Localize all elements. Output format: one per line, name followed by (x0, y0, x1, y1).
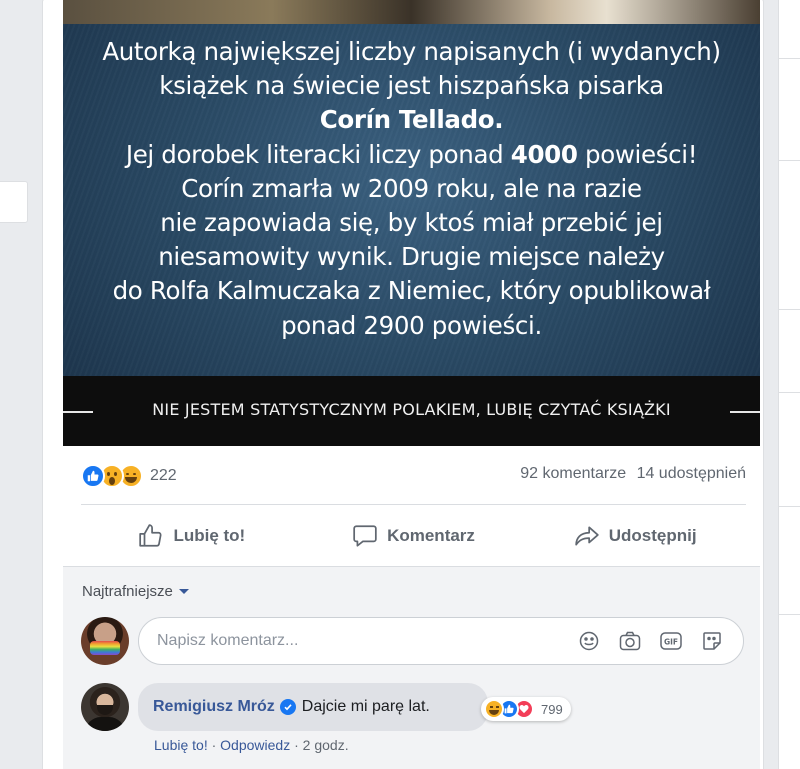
quote-line: ponad 2900 powieści. (281, 310, 542, 340)
share-arrow-icon (575, 526, 599, 546)
quote-line: Autorką największej liczby napisanych (i… (102, 37, 721, 66)
gif-icon[interactable]: GIF (660, 630, 682, 652)
right-column-panel (778, 0, 800, 769)
comment-button[interactable]: Komentarz (303, 517, 525, 555)
quote-line: książek na świecie jest hiszpańska pisar… (159, 71, 664, 101)
comment-timestamp[interactable]: 2 godz. (303, 737, 349, 753)
quote-line: do Rolfa Kalmuczaka z Niemiec, który opu… (112, 276, 711, 306)
like-button-label: Lubię to! (173, 526, 246, 545)
comment-like-link[interactable]: Lubię to! (154, 737, 208, 753)
quote-line: niesamowity wynik. Drugie miejsce należy (158, 242, 665, 272)
comment-reply-link[interactable]: Odpowiedz (220, 737, 290, 753)
comment-reaction-count: 799 (541, 701, 563, 717)
haha-icon (484, 699, 504, 719)
comments-count-link[interactable]: 92 komentarze (520, 465, 626, 482)
verified-badge-icon (279, 699, 296, 715)
speech-bubble-icon (353, 525, 377, 547)
post-stats: 222 92 komentarze 14 udostępnień (81, 463, 746, 489)
left-column-card (0, 181, 28, 223)
comment-author-link[interactable]: Remigiusz Mróz (153, 698, 275, 716)
like-icon (81, 464, 105, 488)
quote-line: Corín zmarła w 2009 roku, ale na razie (181, 173, 642, 203)
comment-bubble: Remigiusz Mróz Dajcie mi parę lat. (138, 683, 488, 731)
quote-line: Jej dorobek literacki liczy ponad 4000 p… (125, 139, 698, 169)
comment-button-label: Komentarz (387, 526, 475, 545)
share-button-label: Udostępnij (608, 526, 697, 545)
like-button[interactable]: Lubię to! (81, 517, 303, 555)
comment-sort-dropdown[interactable]: Najtrafniejsze (82, 583, 189, 600)
thumbs-up-icon (139, 524, 162, 547)
post-image[interactable]: Autorką największej liczby napisanych (i… (63, 0, 760, 446)
post-actions: Lubię to! Komentarz Udostępnij (81, 517, 746, 555)
reactions-summary[interactable]: 222 (81, 463, 177, 489)
comment-input-box[interactable]: GIF (138, 617, 744, 665)
quote-line: Corín Tellado. (319, 105, 504, 135)
caret-down-icon (178, 589, 189, 594)
comments-section: Najtrafniejsze GIF (63, 566, 760, 769)
reaction-count: 222 (150, 467, 177, 484)
current-user-avatar[interactable] (81, 617, 129, 665)
comment-reactions[interactable]: 799 (481, 697, 571, 721)
emoji-icon[interactable] (578, 630, 600, 652)
camera-icon[interactable] (619, 630, 641, 652)
comment-actions: Lubię to! · Odpowiedz · 2 godz. (154, 737, 349, 753)
comment-input[interactable] (157, 618, 557, 664)
commenter-avatar[interactable] (81, 683, 129, 731)
post-image-quote: Autorką największej liczby napisanych (i… (63, 35, 760, 343)
comment-sort-label: Najtrafniejsze (82, 583, 173, 600)
sticker-icon[interactable] (701, 630, 723, 652)
feed-post: Autorką największej liczby napisanych (i… (42, 0, 764, 769)
share-button[interactable]: Udostępnij (524, 517, 746, 555)
comment-text: Dajcie mi parę lat. (301, 698, 430, 715)
post-image-banner: NIE JESTEM STATYSTYCZNYM POLAKIEM, LUBIĘ… (63, 376, 760, 446)
post-image-photo (63, 0, 760, 24)
shares-count-link[interactable]: 14 udostępnień (637, 465, 746, 482)
quote-line: nie zapowiada się, by ktoś miał przebić … (160, 208, 663, 238)
svg-text:GIF: GIF (664, 638, 678, 647)
banner-text: NIE JESTEM STATYSTYCZNYM POLAKIEM, LUBIĘ… (152, 400, 671, 419)
